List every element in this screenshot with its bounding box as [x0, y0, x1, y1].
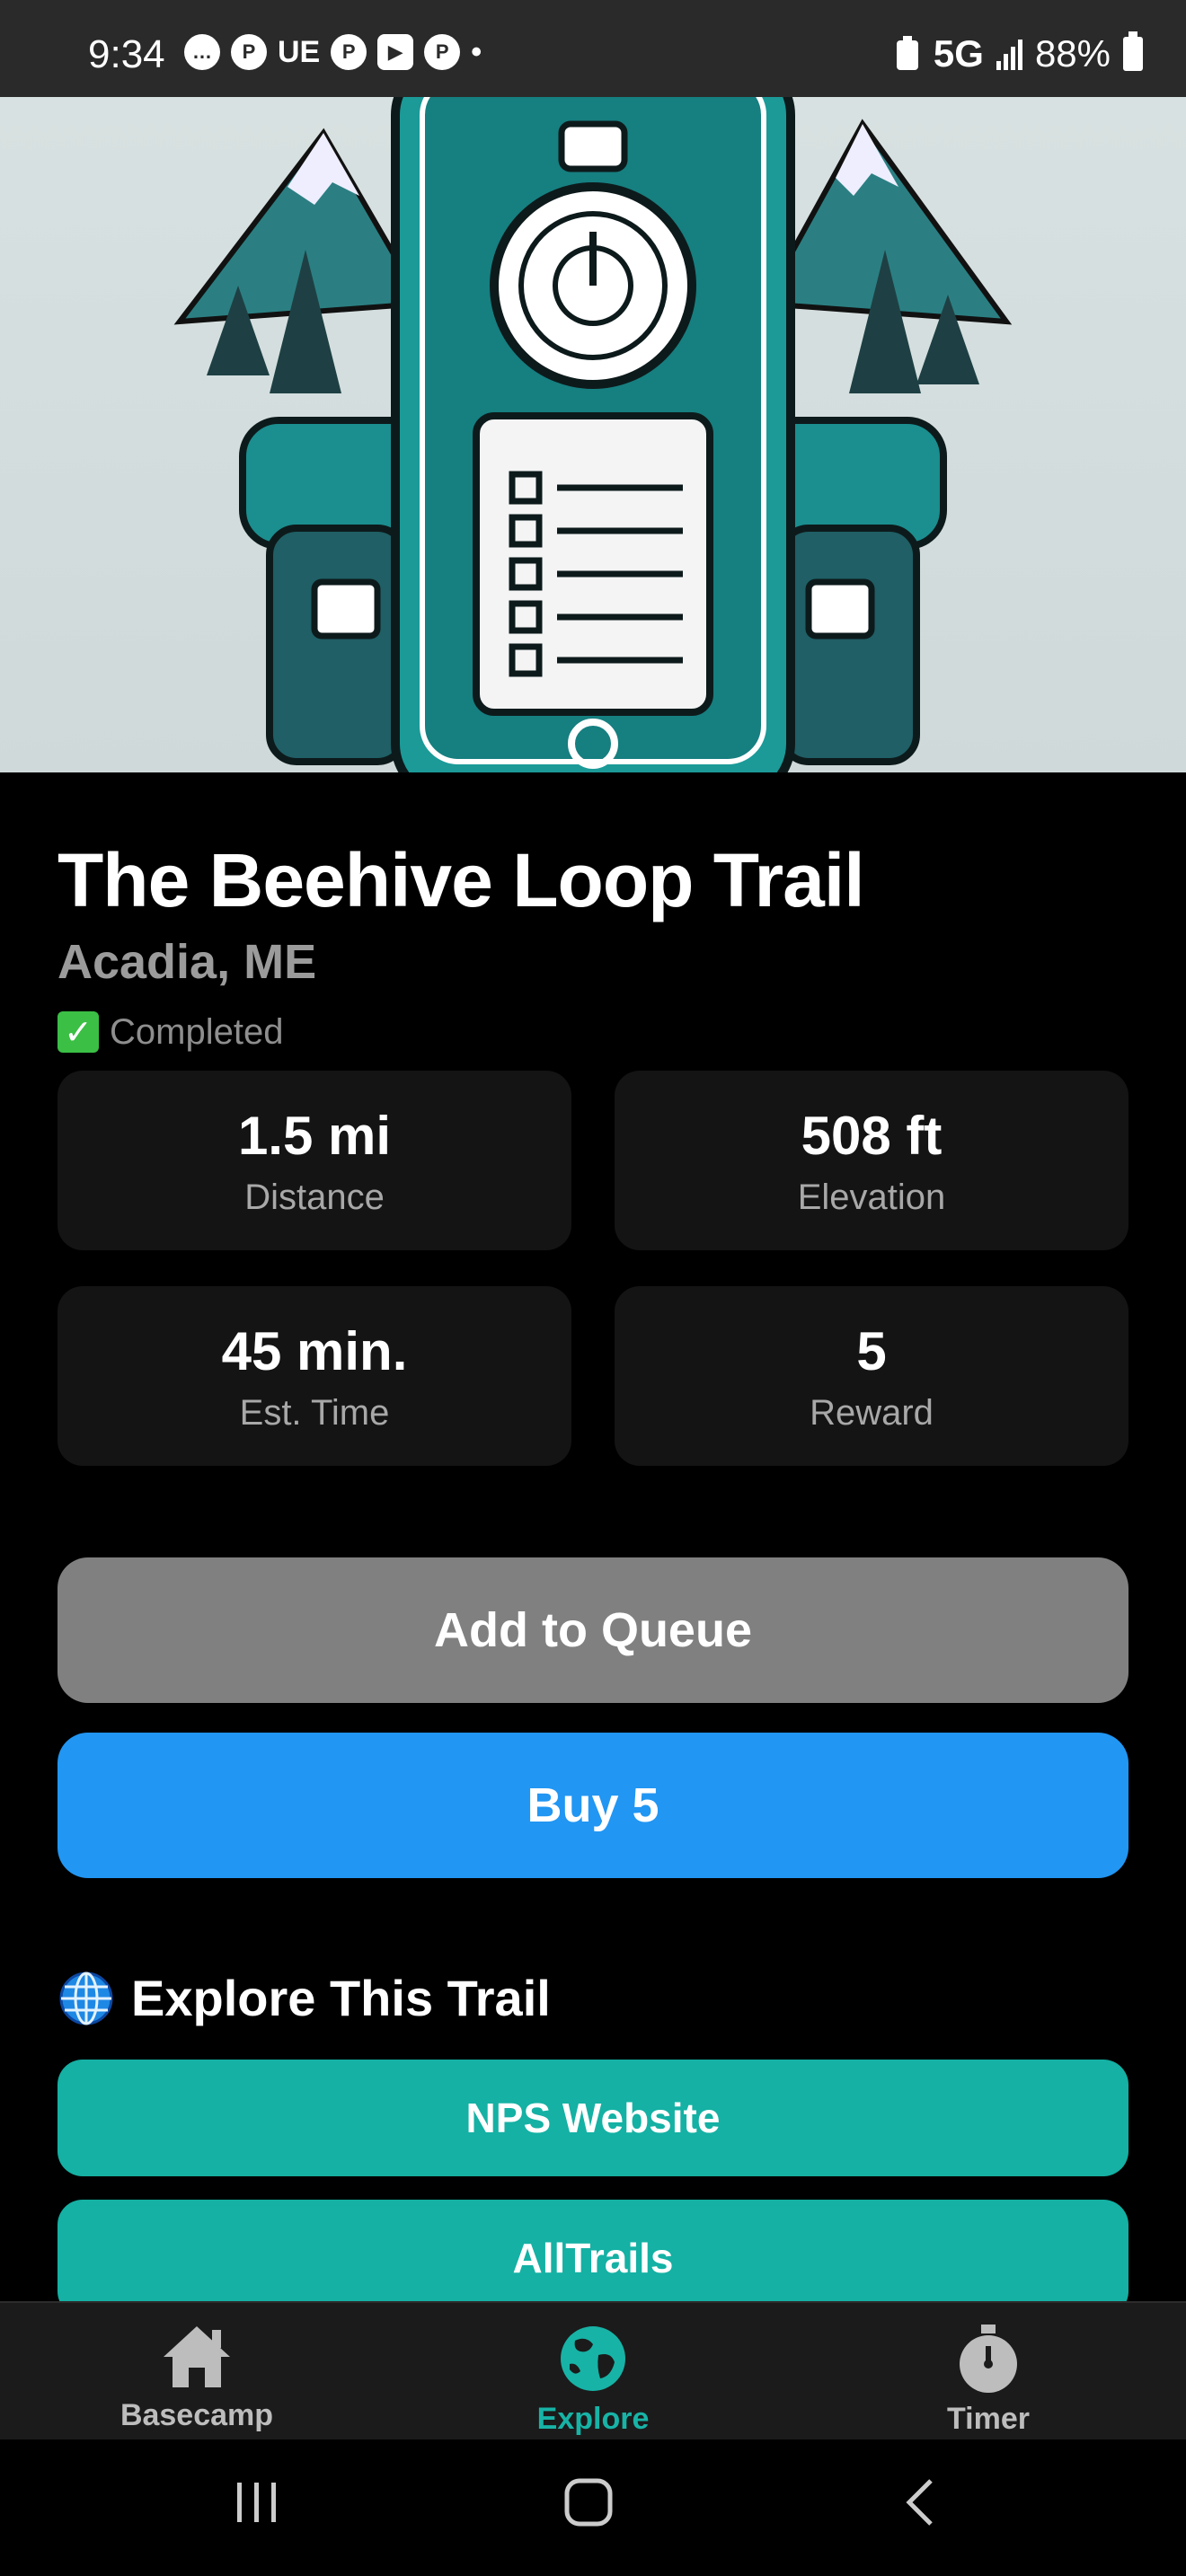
completion-status: ✓ Completed	[58, 1011, 283, 1053]
stopwatch-icon	[960, 2325, 1017, 2393]
stat-card-distance: 1.5 mi Distance	[58, 1071, 571, 1250]
globe-icon	[59, 1972, 113, 2025]
stat-label: Reward	[810, 1393, 934, 1433]
pinterest-icon: P	[231, 34, 267, 70]
trail-title: The Beehive Loop Trail	[58, 838, 865, 922]
stat-label: Est. Time	[239, 1393, 390, 1433]
nav-label: Basecamp	[119, 2398, 274, 2432]
nps-website-button[interactable]: NPS Website	[58, 2060, 1128, 2176]
pinterest-icon: P	[331, 34, 367, 70]
stat-value: 45 min.	[221, 1321, 408, 1381]
house-icon	[164, 2326, 230, 2387]
battery-percent: 88%	[1034, 32, 1111, 75]
status-text: Completed	[110, 1011, 284, 1052]
add-to-queue-button[interactable]: Add to Queue	[58, 1557, 1128, 1703]
nav-timer[interactable]: Timer	[854, 2323, 1123, 2437]
trail-hero-image	[0, 97, 1186, 772]
trail-location: Acadia, ME	[58, 935, 317, 989]
system-navigation-bar	[0, 2439, 1186, 2576]
bottom-navigation: Basecamp Explore Timer	[0, 2301, 1186, 2441]
stat-value: 508 ft	[801, 1106, 943, 1166]
stat-label: Distance	[244, 1178, 385, 1217]
signal-icon	[996, 38, 1022, 70]
system-indicators: 5G 88%	[894, 31, 1143, 75]
nav-explore[interactable]: Explore	[458, 2323, 728, 2437]
alltrails-button[interactable]: AllTrails	[58, 2200, 1128, 2316]
messages-icon: …	[184, 34, 220, 70]
stat-value: 5	[856, 1321, 887, 1381]
network-type: 5G	[933, 32, 984, 75]
battery-icon	[1123, 31, 1143, 71]
back-icon[interactable]	[898, 2475, 943, 2529]
globe-icon	[561, 2326, 625, 2391]
nav-label: Explore	[536, 2402, 650, 2436]
recent-apps-icon[interactable]	[232, 2475, 282, 2529]
stat-card-reward: 5 Reward	[615, 1286, 1128, 1466]
buy-button[interactable]: Buy 5	[58, 1733, 1128, 1878]
pinterest-icon: P	[424, 34, 461, 70]
nav-label: Timer	[947, 2402, 1030, 2436]
home-icon[interactable]	[562, 2475, 615, 2529]
stat-card-elevation: 508 ft Elevation	[615, 1071, 1128, 1250]
stat-value: 1.5 mi	[237, 1106, 392, 1166]
checkmark-icon: ✓	[58, 1011, 99, 1053]
ue-notification: UE	[278, 34, 321, 69]
stat-card-time: 45 min. Est. Time	[58, 1286, 571, 1466]
stat-label: Elevation	[797, 1178, 946, 1217]
nav-basecamp[interactable]: Basecamp	[62, 2323, 332, 2433]
explore-section-header: Explore This Trail	[58, 1969, 551, 2027]
more-dot-icon: •	[471, 34, 482, 69]
recycle-battery-icon	[896, 36, 918, 70]
youtube-icon: ▶	[377, 34, 414, 70]
section-title: Explore This Trail	[131, 1970, 551, 2026]
status-time: 9:34	[88, 32, 165, 76]
notification-icons: … P UE P ▶ P •	[184, 34, 482, 70]
backpack-phone-illustration	[173, 97, 1013, 772]
status-bar: 9:34 … P UE P ▶ P • 5G 88%	[0, 0, 1186, 97]
